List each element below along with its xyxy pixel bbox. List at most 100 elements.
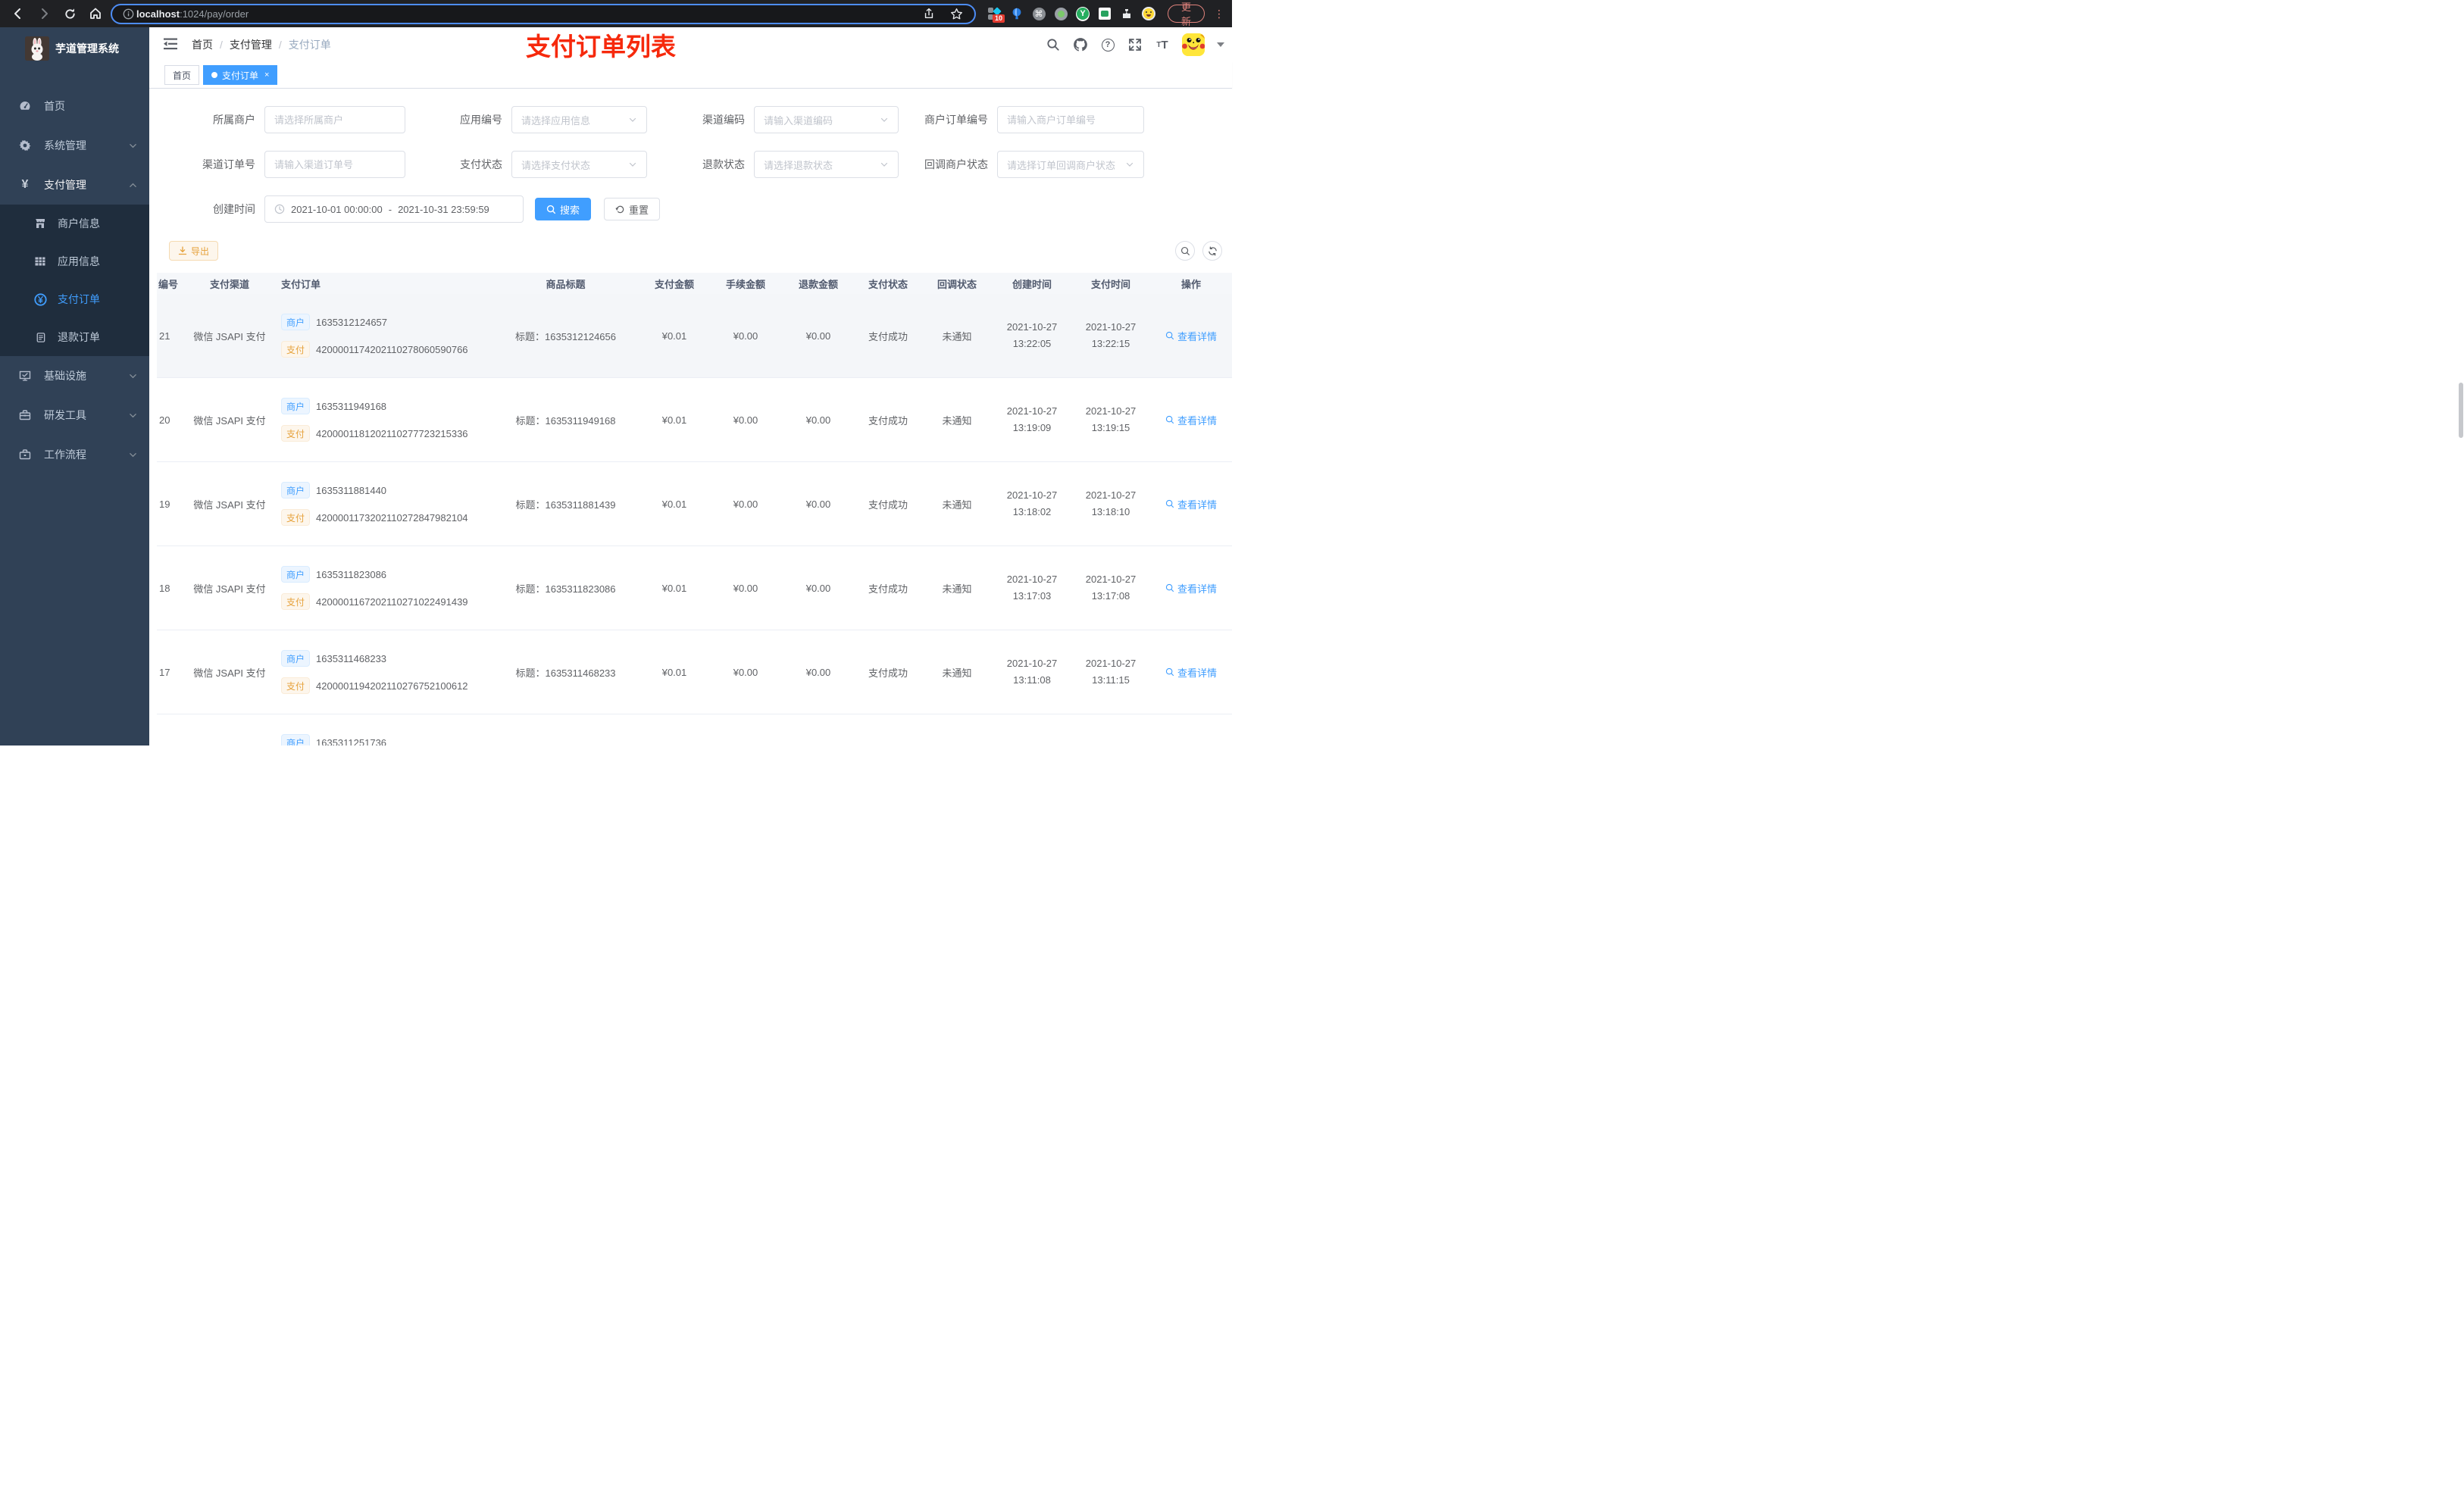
view-detail-link[interactable]: 查看详情	[1165, 497, 1217, 511]
browser-back-icon[interactable]	[8, 3, 29, 24]
date-end: 2021-10-31 23:59:59	[398, 203, 489, 215]
sidebar-item-system[interactable]: 系统管理	[0, 126, 149, 165]
font-size-icon[interactable]: TT	[1155, 37, 1170, 52]
page-title-annotation: 支付订单列表	[526, 33, 676, 61]
filter-label-notify-status: 回调商户状态	[924, 158, 988, 170]
tab-close-icon[interactable]: ×	[264, 70, 269, 80]
filter-row-2: 渠道订单号 支付状态 请选择支付状态 退款状态 请选择退款状态	[149, 151, 1232, 178]
sidebar-item-infra[interactable]: 基础设施	[0, 356, 149, 395]
logo-rabbit-image	[25, 36, 49, 61]
github-icon[interactable]	[1073, 37, 1088, 52]
chevron-down-icon	[880, 160, 889, 169]
refresh-button[interactable]	[1202, 241, 1222, 261]
sidebar-item-devtools[interactable]: 研发工具	[0, 395, 149, 435]
sidebar-item-pay-order[interactable]: 支付订单	[0, 280, 149, 318]
sidebar-item-payment[interactable]: ¥ 支付管理	[0, 165, 149, 205]
merchant-order-tag: 商户	[281, 314, 311, 330]
help-icon[interactable]: ?	[1100, 37, 1115, 52]
app-select[interactable]: 请选择应用信息	[511, 106, 647, 133]
sidebar-item-home[interactable]: 首页	[0, 86, 149, 126]
page-content: 所属商户 应用编号 请选择应用信息 渠道编码 请输入渠道编码	[149, 89, 1232, 746]
header-search-icon[interactable]	[1046, 37, 1061, 52]
filter-label-merchant-order-no: 商户订单编号	[924, 114, 988, 126]
yen-icon: ¥	[21, 178, 29, 191]
payment-submenu: 商户信息 应用信息 支付订单 退款订单	[0, 205, 149, 356]
clock-icon	[274, 204, 285, 214]
table-row[interactable]: 21 微信 JSAPI 支付 商户 1635312124657 支付 4200001…	[157, 294, 1232, 378]
notify-status-select[interactable]: 请选择订单回调商户状态	[997, 151, 1144, 178]
sidebar-collapse-icon[interactable]	[163, 37, 178, 52]
table-row[interactable]: 18 微信 JSAPI 支付 商户 1635311823086 支付 4200001…	[157, 546, 1232, 630]
filter-row-3: 创建时间 2021-10-01 00:00:00 - 2021-10-31 23…	[149, 195, 1232, 223]
extension-cmd-icon[interactable]: ⌘	[1032, 7, 1046, 20]
table-row[interactable]: 商户1635311251736 支付	[157, 714, 1232, 746]
extension-badge-icon[interactable]: 10	[988, 7, 1005, 23]
view-detail-link[interactable]: 查看详情	[1165, 665, 1217, 680]
refund-status-select[interactable]: 请选择退款状态	[754, 151, 899, 178]
browser-forward-icon[interactable]	[33, 3, 55, 24]
bookmark-star-icon[interactable]	[946, 3, 967, 24]
filter-label-refund-status: 退款状态	[702, 158, 745, 170]
chevron-down-icon	[129, 142, 137, 150]
pay-order-tag: 支付	[281, 677, 311, 694]
pay-status-select[interactable]: 请选择支付状态	[511, 151, 647, 178]
pay-order-tag: 支付	[281, 509, 311, 526]
create-time-range-picker[interactable]: 2021-10-01 00:00:00 - 2021-10-31 23:59:5…	[264, 195, 524, 223]
extensions-puzzle-icon[interactable]	[1120, 7, 1134, 20]
url-host: localhost	[136, 8, 180, 20]
browser-home-icon[interactable]	[85, 3, 106, 24]
table-row[interactable]: 20 微信 JSAPI 支付 商户 1635311949168 支付 4200001…	[157, 378, 1232, 462]
export-button[interactable]: 导出	[169, 241, 219, 261]
table-row[interactable]: 19 微信 JSAPI 支付 商户 1635311881440 支付 4200001…	[157, 462, 1232, 546]
extension-record-icon[interactable]	[1054, 7, 1068, 20]
share-icon[interactable]	[918, 3, 940, 24]
chrome-update-button[interactable]: 更新	[1168, 2, 1205, 27]
sidebar-item-workflow[interactable]: 工作流程	[0, 435, 149, 474]
address-bar[interactable]: localhost:1024/pay/order	[111, 3, 976, 24]
chevron-down-icon	[628, 160, 637, 169]
channel-order-no-input[interactable]	[264, 151, 405, 178]
avatar-dropdown-caret[interactable]	[1217, 42, 1224, 47]
fullscreen-icon[interactable]	[1127, 37, 1143, 52]
orders-table: 编号 支付渠道 支付订单 商品标题 支付金额 手续金额 退款金额 支付状态 回调…	[157, 273, 1232, 746]
date-start: 2021-10-01 00:00:00	[291, 203, 383, 215]
search-button[interactable]: 搜索	[535, 198, 592, 220]
browser-reload-icon[interactable]	[59, 3, 80, 24]
breadcrumb-home[interactable]: 首页	[192, 37, 213, 52]
filter-label-pay-status: 支付状态	[460, 158, 502, 170]
filter-label-channel-code: 渠道编码	[702, 114, 745, 126]
table-toolbar: 导出	[149, 241, 1232, 261]
extension-chat-icon[interactable]	[1098, 7, 1112, 20]
filter-row-1: 所属商户 应用编号 请选择应用信息 渠道编码 请输入渠道编码	[149, 106, 1232, 133]
page-scrollbar[interactable]	[2459, 383, 2463, 438]
user-avatar[interactable]	[1182, 33, 1205, 56]
sidebar-item-application-info[interactable]: 应用信息	[0, 242, 149, 280]
merchant-order-no-input[interactable]	[997, 106, 1144, 133]
chevron-down-icon	[628, 115, 637, 124]
site-info-icon[interactable]	[120, 3, 136, 24]
sidebar-item-merchant-info[interactable]: 商户信息	[0, 205, 149, 242]
pay-order-tag: 支付	[281, 341, 311, 358]
reset-button[interactable]: 重置	[604, 198, 661, 220]
merchant-order-tag: 商户	[281, 482, 311, 499]
channel-code-select[interactable]: 请输入渠道编码	[754, 106, 899, 133]
breadcrumb-payment[interactable]: 支付管理	[230, 37, 272, 52]
tab-home[interactable]: 首页	[164, 65, 200, 85]
merchant-input[interactable]	[264, 106, 405, 133]
extension-y-icon[interactable]: Y	[1076, 6, 1090, 21]
chevron-down-icon	[129, 451, 137, 459]
view-detail-link[interactable]: 查看详情	[1165, 581, 1217, 595]
view-detail-link[interactable]: 查看详情	[1165, 413, 1217, 427]
top-navbar: 首页 / 支付管理 / 支付订单 支付订单列表 ? TT	[149, 27, 1232, 62]
tab-pay-order[interactable]: 支付订单 ×	[203, 65, 278, 85]
document-icon	[33, 332, 47, 343]
merchant-order-tag: 商户	[281, 734, 311, 746]
toggle-search-button[interactable]	[1175, 241, 1195, 261]
sidebar-item-refund-order[interactable]: 退款订单	[0, 318, 149, 356]
profile-avatar-icon[interactable]	[1142, 7, 1155, 20]
extension-balloon-icon[interactable]	[1010, 7, 1024, 20]
table-row[interactable]: 17 微信 JSAPI 支付 商户 1635311468233 支付 4200001…	[157, 630, 1232, 714]
chevron-down-icon	[129, 372, 137, 380]
chrome-menu-icon[interactable]: ⋮	[1214, 8, 1224, 20]
view-detail-link[interactable]: 查看详情	[1165, 329, 1217, 343]
